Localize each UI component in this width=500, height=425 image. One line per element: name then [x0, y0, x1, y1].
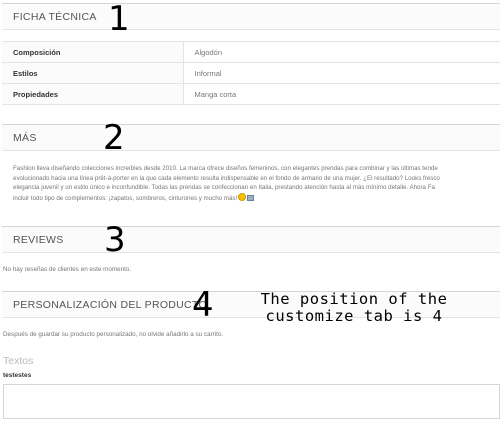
customize-note: Después de guardar su producto personali…	[3, 331, 224, 338]
description-line-text: incluir todo tipo de complementos: ¡zapa…	[13, 195, 238, 203]
table-row: Estilos Informal	[2, 62, 500, 84]
spec-label: Propiedades	[2, 83, 184, 105]
specs-table: Composición Algodón Estilos Informal Pro…	[2, 41, 500, 105]
description-line: Fashion lleva diseñando colecciones incr…	[13, 165, 438, 172]
description-line: elegancia juvenil y un estilo único e in…	[13, 184, 435, 192]
description-line-last: incluir todo tipo de complementos: ¡zapa…	[13, 193, 499, 204]
section-header-mas: MÁS	[2, 124, 500, 151]
section-title-ficha-tecnica: FICHA TÉCNICA	[13, 11, 97, 23]
annotation-number-4: 4	[192, 285, 214, 325]
section-header-ficha-tecnica: FICHA TÉCNICA	[2, 3, 500, 30]
annotation-line: The position of the	[260, 290, 448, 308]
customization-text-field[interactable]	[3, 384, 500, 419]
image-icon	[247, 195, 255, 202]
annotation-number-2: 2	[103, 118, 125, 158]
text-field-label: testestes	[3, 372, 32, 379]
reviews-empty-text: No hay reseñas de clientes en este momen…	[3, 266, 132, 273]
spec-label: Estilos	[2, 62, 184, 84]
spec-label: Composición	[2, 41, 184, 63]
spec-value: Informal	[183, 62, 500, 84]
annotation-number-1: 1	[108, 0, 130, 39]
product-description: Fashion lleva diseñando colecciones incr…	[13, 164, 499, 204]
description-line: evolucionado hacia una línea prêt-à-port…	[13, 174, 440, 182]
spec-value: Manga corta	[183, 83, 500, 105]
table-row: Propiedades Manga corta	[2, 83, 500, 105]
textos-heading: Textos	[3, 355, 34, 367]
section-title-mas: MÁS	[13, 132, 37, 144]
table-row: Composición Algodón	[2, 41, 500, 63]
annotation-number-3: 3	[104, 220, 126, 260]
section-title-personalizacion: PERSONALIZACIÓN DEL PRODUCTO	[13, 299, 207, 311]
annotation-text: The position of the customize tab is 4	[254, 291, 454, 325]
annotation-line: customize tab is 4	[265, 307, 443, 325]
spec-value: Algodón	[183, 41, 500, 63]
section-title-reviews: REVIEWS	[13, 234, 64, 246]
smiley-icon	[238, 193, 247, 202]
section-header-reviews: REVIEWS	[2, 226, 500, 253]
